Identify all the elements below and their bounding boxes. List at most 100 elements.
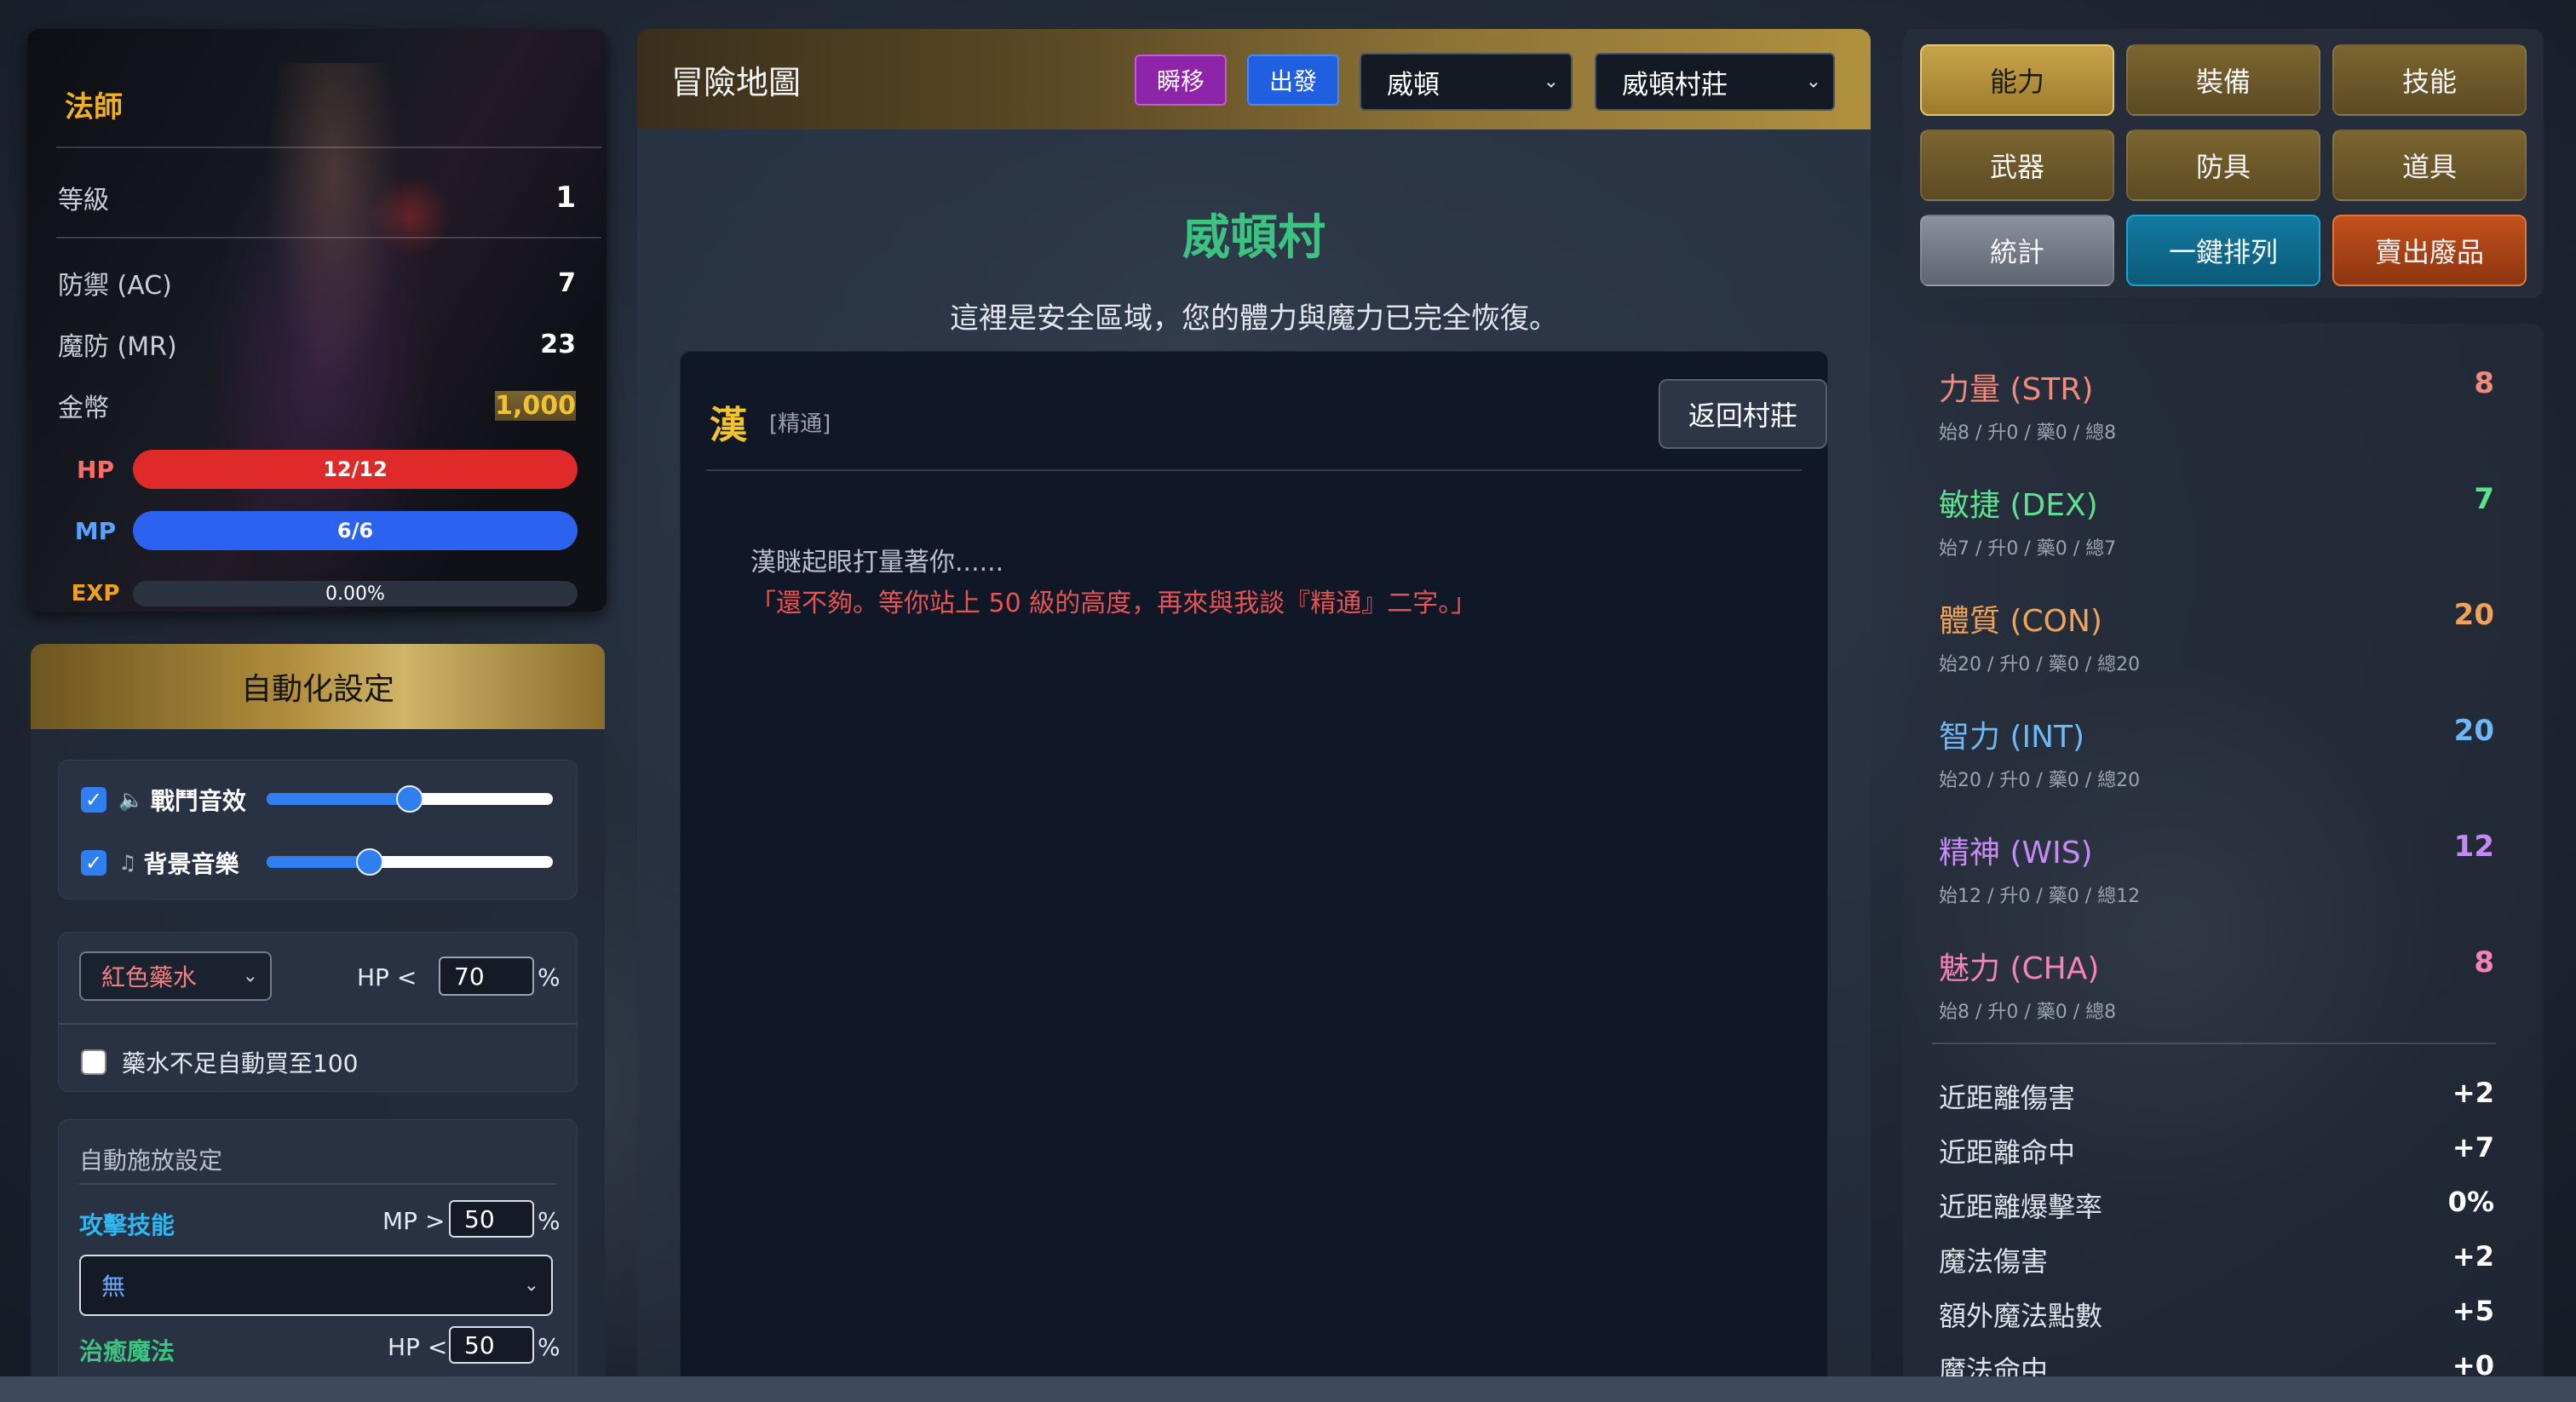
- potion-select[interactable]: 紅色藥水 ⌄: [79, 951, 272, 1001]
- npc-narration: 漢瞇起眼打量著你......: [750, 548, 1004, 577]
- attr-value: 7: [2474, 482, 2494, 516]
- stat-label: 等級: [58, 186, 109, 215]
- sfx-checkbox[interactable]: ✓: [81, 787, 106, 813]
- derived-stat-label: 額外魔法點數: [1939, 1300, 2103, 1332]
- exp-label: EXP: [71, 581, 120, 606]
- attr-breakdown: 始7 / 升0 / 藥0 / 總7: [1939, 538, 2117, 560]
- location-select[interactable]: 威頓村莊 ⌄: [1595, 53, 1835, 111]
- return-village-button[interactable]: 返回村莊: [1659, 379, 1827, 449]
- auto-buy-checkbox[interactable]: [81, 1049, 106, 1075]
- sfx-toggle[interactable]: ✓ 🔈 戰鬥音效: [81, 783, 246, 817]
- divider: [79, 1183, 556, 1185]
- mp-track: 6/6: [133, 511, 578, 550]
- map-title: 冒險地圖: [671, 63, 802, 101]
- auto-sort-button[interactable]: 一鍵排列: [2126, 215, 2320, 286]
- tab-armor[interactable]: 防具: [2126, 129, 2320, 201]
- derived-stat-row: 近距離命中 +7: [1939, 1131, 2494, 1170]
- attack-mp-input[interactable]: 50: [449, 1200, 534, 1238]
- derived-stat-value: 0%: [2447, 1186, 2494, 1218]
- location-description: 這裡是安全區域，您的體力與魔力已完全恢復。: [950, 302, 1558, 336]
- divider: [56, 237, 601, 238]
- tab-equipment[interactable]: 裝備: [2126, 44, 2320, 116]
- attack-skill-select[interactable]: 無 ⌄: [79, 1255, 553, 1316]
- tab-abilities[interactable]: 能力: [1920, 44, 2114, 116]
- stat-label: 金幣: [58, 394, 109, 423]
- attack-skill-value: 無: [101, 1273, 126, 1301]
- tab-items[interactable]: 道具: [2332, 129, 2527, 201]
- attr-breakdown: 始20 / 升0 / 藥0 / 總20: [1939, 770, 2141, 791]
- sound-settings: ✓ 🔈 戰鬥音效 ✓ ♫ 背景音樂: [58, 760, 578, 899]
- percent-sign: %: [538, 963, 561, 991]
- attr-value: 8: [2474, 945, 2494, 980]
- character-panel: 法師 等級 1 防禦 (AC) 7 魔防 (MR) 23 金幣 1,000 HP…: [27, 29, 607, 612]
- heal-magic-label: 治癒魔法: [79, 1337, 175, 1365]
- stat-value: 23: [540, 329, 576, 359]
- hp-track: 12/12: [133, 450, 578, 489]
- stat-gold: 金幣 1,000: [58, 387, 576, 424]
- region-select-value: 威頓: [1387, 69, 1440, 101]
- attack-mp-value: 50: [464, 1204, 495, 1233]
- derived-stat-row: 額外魔法點數 +5: [1939, 1295, 2494, 1334]
- sfx-volume-slider[interactable]: [267, 785, 553, 813]
- bgm-volume-slider[interactable]: [267, 848, 553, 876]
- auto-buy-toggle[interactable]: 藥水不足自動買至100: [81, 1045, 358, 1079]
- horizontal-scrollbar[interactable]: [0, 1376, 2576, 1402]
- depart-button[interactable]: 出發: [1247, 55, 1339, 106]
- automation-title: 自動化設定: [31, 644, 605, 729]
- divider: [56, 147, 601, 148]
- region-select[interactable]: 威頓 ⌄: [1360, 53, 1573, 111]
- potion-settings: 紅色藥水 ⌄ HP < 70 % 藥水不足自動買至100: [58, 932, 578, 1092]
- percent-sign: %: [538, 1333, 561, 1361]
- slider-knob[interactable]: [396, 785, 423, 813]
- potion-hp-value: 70: [454, 962, 485, 991]
- bgm-checkbox[interactable]: ✓: [81, 850, 106, 876]
- stat-label: 防禦 (AC): [58, 271, 172, 301]
- bgm-label: 背景音樂: [143, 850, 239, 878]
- hp-label: HP: [77, 455, 114, 484]
- attr-value: 20: [2453, 598, 2494, 632]
- derived-stat-label: 魔法傷害: [1939, 1245, 2049, 1278]
- potion-hp-input[interactable]: 70: [439, 957, 534, 996]
- menu-panel: 能力 裝備 技能 武器 防具 道具 統計 一鍵排列 賣出廢品: [1903, 29, 2544, 298]
- attr-value: 12: [2453, 830, 2494, 864]
- tab-skills[interactable]: 技能: [2332, 44, 2527, 116]
- attr-breakdown: 始20 / 升0 / 藥0 / 總20: [1939, 654, 2141, 675]
- hp-text: 12/12: [323, 457, 388, 481]
- mp-text: 6/6: [336, 519, 374, 543]
- location-select-value: 威頓村莊: [1622, 69, 1728, 101]
- attr-name: 智力 (INT): [1939, 720, 2085, 755]
- npc-tag: [精通]: [769, 411, 831, 437]
- attr-breakdown: 始12 / 升0 / 藥0 / 總12: [1939, 886, 2141, 907]
- derived-stat-row: 近距離爆擊率 0%: [1939, 1186, 2494, 1225]
- tab-statistics[interactable]: 統計: [1920, 215, 2114, 286]
- stat-mr: 魔防 (MR) 23: [58, 325, 576, 363]
- tab-weapons[interactable]: 武器: [1920, 129, 2114, 201]
- exp-text: 0.00%: [325, 583, 385, 605]
- attributes-panel: 力量 (STR) 8 始8 / 升0 / 藥0 / 總8 敏捷 (DEX) 7 始7 / …: [1903, 324, 2544, 1402]
- stat-ac: 防禦 (AC) 7: [58, 264, 576, 302]
- location-name: 威頓村: [1182, 210, 1325, 266]
- potion-select-value: 紅色藥水: [101, 963, 198, 991]
- stat-level: 等級 1: [58, 179, 576, 216]
- music-note-icon: ♫: [118, 851, 137, 875]
- npc-speech: 「還不夠。等你站上 50 級的高度，再來與我談『精通』二字。」: [750, 589, 1477, 618]
- heal-hp-prefix: HP <: [388, 1333, 448, 1361]
- sell-junk-button[interactable]: 賣出廢品: [2332, 215, 2527, 286]
- teleport-button[interactable]: 瞬移: [1135, 55, 1227, 106]
- potion-hp-prefix: HP <: [357, 963, 417, 991]
- divider: [706, 469, 1802, 471]
- percent-sign: %: [538, 1207, 561, 1235]
- heal-hp-input[interactable]: 50: [449, 1326, 534, 1364]
- chevron-down-icon: ⌄: [523, 1274, 539, 1296]
- attack-skill-label: 攻擊技能: [79, 1211, 175, 1239]
- bgm-toggle[interactable]: ✓ ♫ 背景音樂: [81, 846, 239, 880]
- attr-name: 精神 (WIS): [1939, 836, 2093, 871]
- automation-panel: 自動化設定 ✓ 🔈 戰鬥音效 ✓ ♫ 背景音樂 紅色藥水 ⌄ HP < 70 %: [31, 644, 605, 1402]
- attr-name: 力量 (STR): [1939, 372, 2094, 407]
- derived-stat-value: +5: [2452, 1295, 2494, 1327]
- slider-knob[interactable]: [355, 848, 383, 876]
- mp-label: MP: [74, 516, 117, 545]
- mp-bar: MP 6/6: [58, 511, 578, 550]
- divider: [1932, 1043, 2496, 1044]
- stat-value: 1,000: [495, 390, 576, 421]
